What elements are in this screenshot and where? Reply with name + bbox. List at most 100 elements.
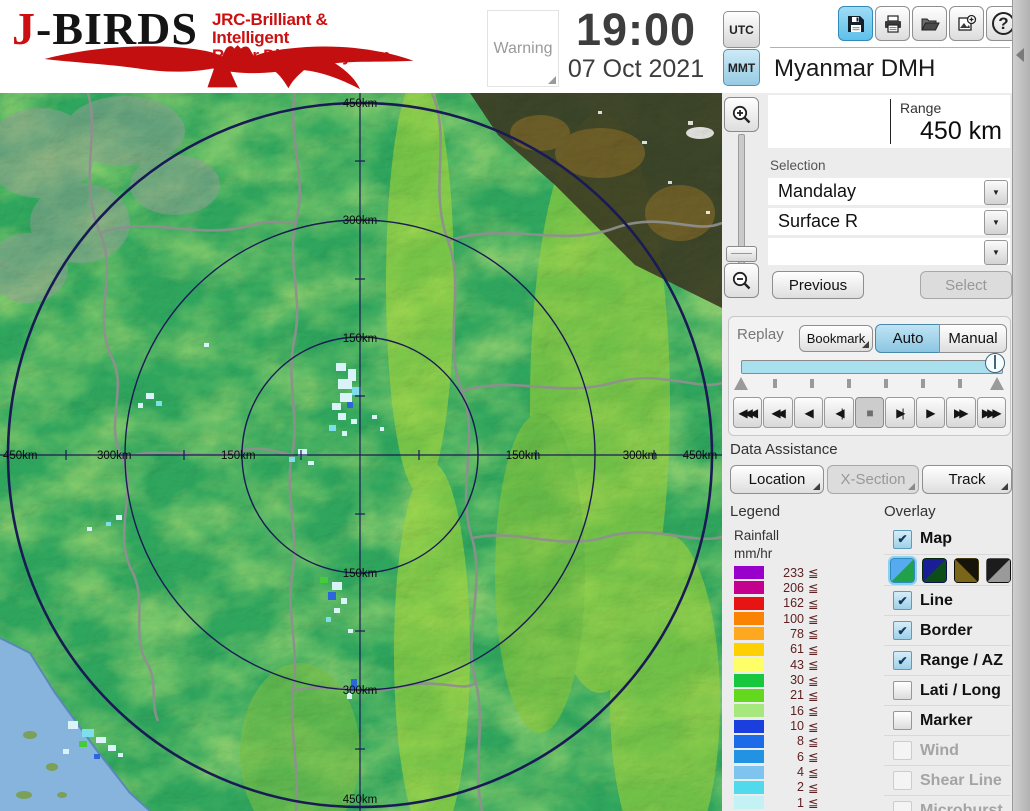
overlay-item-wind: Wind (884, 736, 1010, 766)
checkbox-checked-icon[interactable]: ✔ (893, 651, 912, 670)
legend-row: 61 ≦ (728, 642, 858, 657)
legend-row: 233 ≦ (728, 566, 858, 580)
date-value: 07 Oct 2021 (567, 55, 705, 84)
legend-color (734, 704, 764, 718)
step-backward-button[interactable]: ◀| (824, 397, 854, 428)
legend-color (734, 750, 764, 764)
ring-label-300-right: 300km (623, 450, 658, 462)
legend-color (734, 765, 764, 779)
ring-label-450-bottom: 450km (343, 794, 378, 806)
chevron-down-icon: ▼ (992, 188, 1000, 197)
overlay-item-line[interactable]: ✔ Line (884, 586, 1010, 616)
legend-row: 43 ≦ (728, 658, 858, 672)
panel-divider (770, 47, 1010, 48)
overlay-item-range-az[interactable]: ✔ Range / AZ (884, 646, 1010, 676)
location-button[interactable]: Location (730, 465, 824, 494)
overlay-item-border[interactable]: ✔ Border (884, 616, 1010, 646)
capture-image-button[interactable] (949, 6, 984, 41)
zoom-out-button[interactable] (724, 263, 759, 298)
timeline-tick (810, 379, 814, 388)
overlay-item-map[interactable]: ✔ Map (884, 524, 1010, 555)
range-label: Range (900, 100, 942, 116)
ring-label-450-right: 450km (683, 450, 718, 462)
track-button[interactable]: Track (922, 465, 1012, 494)
map-style-row (884, 555, 1011, 586)
timeline-tick (921, 379, 925, 388)
option-dropdown[interactable]: ▼ (768, 238, 1010, 265)
legend-row: 4 ≦ (728, 765, 858, 780)
range-value: 450 km (920, 117, 1002, 145)
checkbox-unchecked-icon[interactable] (893, 711, 912, 730)
product-dropdown[interactable]: Surface R ▼ (768, 208, 1010, 235)
station-dropdown[interactable]: Mandalay ▼ (768, 178, 1010, 205)
timeline-slider-handle[interactable] (985, 353, 1005, 373)
auto-button[interactable]: Auto (875, 324, 941, 353)
checkbox-disabled-icon (893, 741, 912, 760)
zoom-slider-handle[interactable] (726, 246, 757, 262)
ring-label-300-top: 300km (343, 215, 378, 227)
checkbox-checked-icon[interactable]: ✔ (893, 621, 912, 640)
station-dropdown-button[interactable]: ▼ (984, 180, 1008, 205)
selection-label: Selection (770, 158, 826, 173)
timeline-end-marker[interactable] (990, 377, 1004, 390)
print-icon (884, 14, 901, 33)
timeline-slider[interactable] (741, 360, 1003, 374)
fast-rewind-button[interactable]: ◀◀ (763, 397, 793, 428)
jump-end-button[interactable]: ▶▶▶ (976, 397, 1006, 428)
timeline-tick (847, 379, 851, 388)
legend-color (734, 719, 764, 733)
chevron-down-icon: ▼ (992, 218, 1000, 227)
print-button[interactable] (875, 6, 910, 41)
ring-label-150-bottom: 150km (343, 568, 378, 580)
bookmark-button[interactable]: Bookmark (799, 325, 873, 352)
checkbox-disabled-icon (893, 771, 912, 790)
product-dropdown-button[interactable]: ▼ (984, 210, 1008, 235)
legend-color (734, 612, 764, 626)
zoom-slider-track[interactable] (738, 134, 745, 264)
jump-start-button[interactable]: ◀◀◀ (733, 397, 763, 428)
clock-display: 19:00 07 Oct 2021 (556, 6, 716, 84)
time-value: 19:00 (575, 4, 697, 55)
manual-button[interactable]: Manual (939, 324, 1007, 353)
map-style-swatch-2[interactable] (922, 557, 947, 583)
legend-row: 8 ≦ (728, 734, 858, 749)
checkbox-checked-icon[interactable]: ✔ (893, 529, 912, 549)
save-button[interactable] (838, 6, 873, 41)
utc-button[interactable]: UTC (723, 11, 760, 48)
overlay-item-marker[interactable]: Marker (884, 706, 1010, 736)
xsection-button[interactable]: X-Section (827, 465, 919, 494)
overlay-item-lati-long[interactable]: Lati / Long (884, 676, 1010, 706)
collapse-arrow-icon[interactable] (1016, 48, 1024, 62)
legend-row: 1 ≦ (728, 796, 858, 810)
radar-map[interactable]: 450km 300km 150km 150km 300km 450km 450k… (0, 93, 722, 811)
map-style-swatch-1[interactable] (888, 555, 917, 585)
select-button[interactable]: Select (920, 271, 1012, 299)
legend-row: 16 ≦ (728, 704, 858, 718)
play-button[interactable]: ▶ (915, 397, 946, 428)
warning-button[interactable]: Warning (487, 10, 559, 87)
open-file-button[interactable] (912, 6, 947, 41)
legend-color (734, 780, 764, 794)
ring-label-150-left: 150km (221, 450, 256, 462)
checkbox-checked-icon[interactable]: ✔ (893, 591, 912, 610)
legend-row: 10 ≦ (728, 719, 858, 734)
fast-forward-button[interactable]: ▶▶ (946, 397, 976, 428)
checkbox-disabled-icon (893, 801, 912, 811)
map-style-swatch-4[interactable] (986, 557, 1011, 583)
previous-button[interactable]: Previous (772, 271, 864, 299)
mmt-button[interactable]: MMT (723, 49, 760, 86)
legend-color (734, 627, 764, 641)
map-style-swatch-3[interactable] (954, 557, 979, 583)
option-dropdown-button[interactable]: ▼ (984, 240, 1008, 265)
panel-splitter[interactable] (1012, 0, 1030, 811)
zoom-in-button[interactable] (724, 97, 759, 132)
checkbox-unchecked-icon[interactable] (893, 681, 912, 700)
legend-row: 30 ≦ (728, 673, 858, 688)
save-icon (847, 15, 864, 32)
timeline-start-marker[interactable] (734, 377, 748, 390)
play-backward-button[interactable]: ◀ (793, 397, 824, 428)
legend-color (734, 642, 764, 656)
product-dropdown-value: Surface R (778, 211, 859, 231)
stop-button[interactable]: ■ (854, 397, 885, 428)
step-forward-button[interactable]: ▶| (885, 397, 915, 428)
